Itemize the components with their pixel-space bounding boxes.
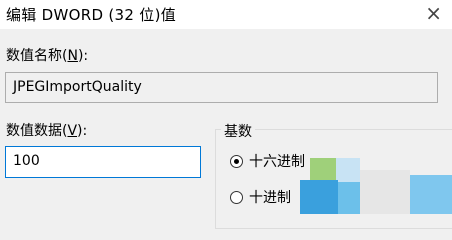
radio-decimal-label: 十进制 [249,190,291,206]
radio-hex[interactable]: 十六进制 [230,151,305,171]
close-icon[interactable]: × [425,1,442,25]
value-data-input[interactable]: 100 [5,146,201,178]
title-bar: 编辑 DWORD (32 位)值 × [0,0,452,29]
radio-decimal[interactable]: 十进制 [230,187,291,207]
value-name-label: 数值名称(N): [6,48,89,64]
value-name-field: JPEGImportQuality [5,72,438,103]
base-group-title: 基数 [221,121,255,141]
radio-hex-label: 十六进制 [249,154,305,170]
value-data-label: 数值数据(V): [6,123,88,139]
window-title: 编辑 DWORD (32 位)值 [6,6,177,24]
radio-hex-indicator[interactable] [230,154,243,168]
radio-decimal-indicator[interactable] [230,190,243,204]
